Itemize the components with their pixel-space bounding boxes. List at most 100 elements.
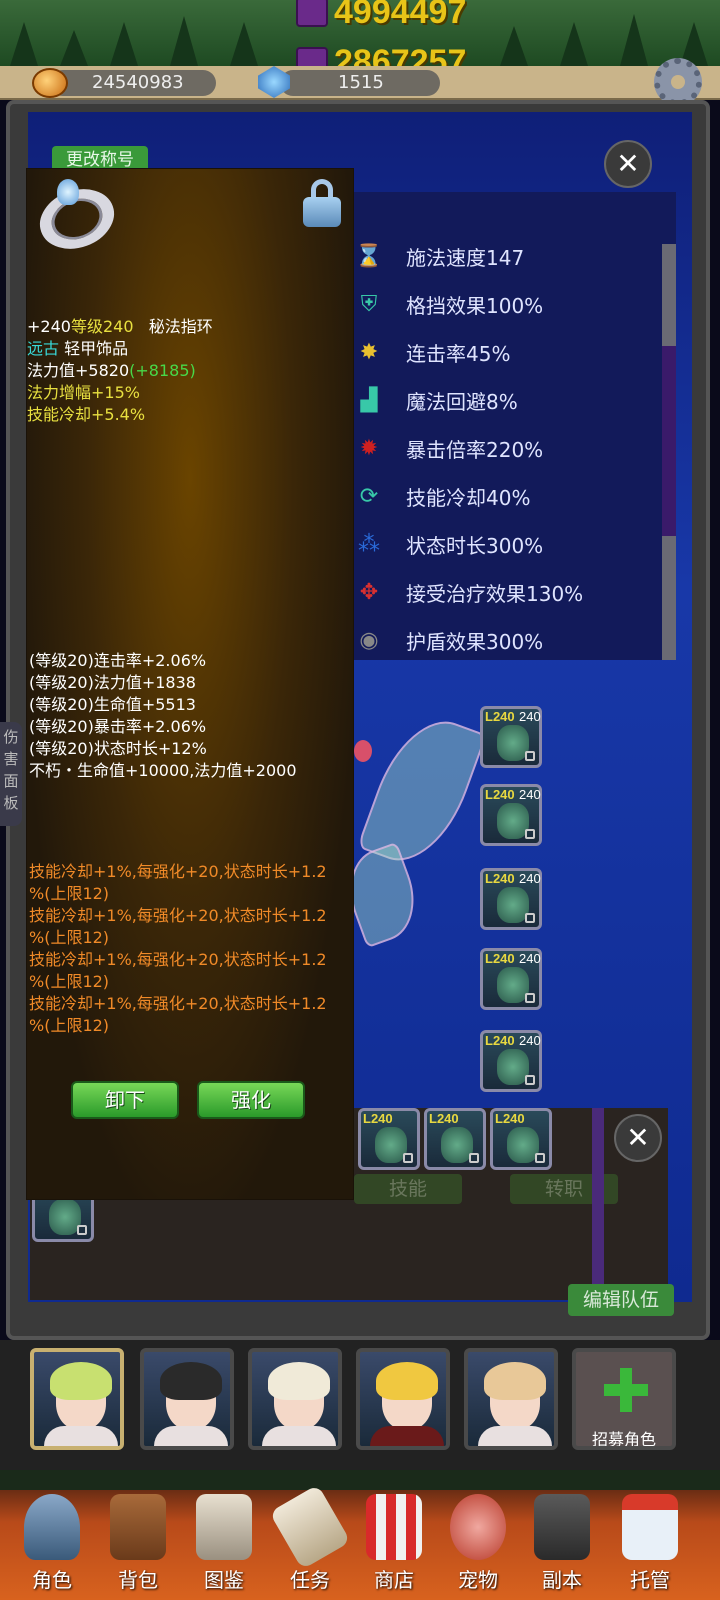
stat-row: ⁂ 状态时长300% bbox=[350, 520, 660, 568]
equip-slot-armor[interactable]: L240 240 bbox=[480, 784, 542, 846]
affix-line: (等级20)暴击率+2.06% bbox=[29, 717, 207, 736]
edit-team-button[interactable]: 编辑队伍 bbox=[568, 1284, 674, 1316]
slot-level: L240 bbox=[485, 871, 515, 886]
nav-label: 商店 bbox=[374, 1568, 414, 1592]
blood-splash-icon: ✹ bbox=[359, 435, 379, 461]
close-lower-button[interactable]: ✕ bbox=[614, 1114, 662, 1162]
stat-label: 施法速度147 bbox=[406, 245, 525, 270]
settings-gear-icon[interactable] bbox=[654, 58, 702, 106]
equip-slot-mask[interactable]: L240 240 bbox=[480, 706, 542, 768]
slot-level: L240 bbox=[495, 1111, 525, 1126]
nav-label: 宠物 bbox=[458, 1568, 498, 1592]
roster-character-5[interactable] bbox=[464, 1348, 558, 1450]
stats-list: ⌛ 施法速度147 ⛨ 格挡效果100% ✸ 连击率45% ▟ 魔法回避8% ✹… bbox=[350, 192, 676, 660]
recruit-label: 招募角色 bbox=[591, 1430, 656, 1449]
item-header-line: +240等级240 秘法指环 bbox=[27, 316, 213, 338]
item-level: 等级240 bbox=[70, 317, 134, 336]
nav-dungeon[interactable]: 副本 bbox=[522, 1494, 602, 1598]
nav-label: 背包 bbox=[118, 1568, 158, 1592]
recruit-character-button[interactable]: 招募角色 bbox=[572, 1348, 676, 1450]
cooldown-icon: ⟳ bbox=[359, 483, 379, 509]
nav-pets[interactable]: 宠物 bbox=[438, 1494, 518, 1598]
nav-backpack[interactable]: 背包 bbox=[98, 1494, 178, 1598]
item-stat-line: 法力增幅+15% bbox=[27, 383, 140, 402]
gold-coin-icon bbox=[32, 68, 68, 98]
stat-label: 接受治疗效果130% bbox=[406, 581, 584, 606]
equip-slot-accessory-2[interactable]: L240 bbox=[424, 1108, 486, 1170]
hourglass-icon: ⌛ bbox=[355, 243, 383, 269]
item-stat-line: 技能冷却+5.4% bbox=[27, 405, 146, 424]
lock-icon bbox=[77, 1225, 87, 1235]
slot-plus: 240 bbox=[519, 787, 541, 802]
lock-icon bbox=[403, 1153, 413, 1163]
set-bonus-line: 技能冷却+1%,每强化+20,状态时长+1.2 bbox=[29, 994, 327, 1013]
item-tier: 远古 bbox=[27, 339, 60, 358]
equip-slot-accessory-3[interactable]: L240 bbox=[490, 1108, 552, 1170]
side-tab-char: 板 bbox=[3, 794, 19, 812]
top-currency-1: 4994497 bbox=[296, 0, 466, 31]
unequip-button[interactable]: 卸下 bbox=[71, 1081, 179, 1119]
lock-icon bbox=[469, 1153, 479, 1163]
nav-codex[interactable]: 图鉴 bbox=[184, 1494, 264, 1598]
roster-character-2[interactable] bbox=[140, 1348, 234, 1450]
stat-label: 格挡效果100% bbox=[406, 293, 544, 318]
nav-label: 托管 bbox=[630, 1568, 670, 1592]
affix-line: (等级20)状态时长+12% bbox=[29, 739, 207, 758]
stat-row: ✥ 接受治疗效果130% bbox=[350, 568, 660, 616]
affix-line: 不朽・生命值+10000,法力值+2000 bbox=[29, 761, 297, 780]
stat-label: 状态时长300% bbox=[406, 533, 544, 558]
roster-character-4[interactable] bbox=[356, 1348, 450, 1450]
shop-icon bbox=[366, 1494, 422, 1560]
base-stat-bonus: (+8185) bbox=[129, 361, 196, 380]
roster-character-1[interactable] bbox=[30, 1348, 124, 1450]
item-base-stat: 法力值+5820(+8185) bbox=[27, 360, 196, 382]
enhance-button[interactable]: 强化 bbox=[197, 1081, 305, 1119]
helmet-icon bbox=[24, 1494, 80, 1560]
stats-scrollbar-thumb[interactable] bbox=[662, 346, 676, 536]
set-bonus-line: 技能冷却+1%,每强化+20,状态时长+1.2 bbox=[29, 906, 327, 925]
resource-bar: 24540983 1515 bbox=[0, 66, 720, 100]
stat-label: 技能冷却40% bbox=[406, 485, 531, 510]
padlock-icon[interactable] bbox=[303, 179, 341, 227]
nav-shop[interactable]: 商店 bbox=[354, 1494, 434, 1598]
slot-plus: 240 bbox=[519, 709, 541, 724]
scroll-icon bbox=[269, 1484, 351, 1570]
damage-panel-tab[interactable]: 伤 害 面 板 bbox=[0, 722, 22, 826]
nav-label: 图鉴 bbox=[204, 1568, 244, 1592]
skull-gate-icon bbox=[534, 1494, 590, 1560]
plus-icon bbox=[604, 1368, 648, 1412]
side-tab-char: 伤 bbox=[3, 728, 19, 746]
equip-slot-orb[interactable]: L240 240 bbox=[480, 868, 542, 930]
slot-level: L240 bbox=[485, 787, 515, 802]
lock-icon bbox=[525, 993, 535, 1003]
set-bonus-line: %(上限12) bbox=[29, 884, 110, 903]
slot-level: L240 bbox=[485, 1033, 515, 1048]
stat-row: ⌛ 施法速度147 bbox=[350, 232, 660, 280]
affix-line: (等级20)连击率+2.06% bbox=[29, 651, 207, 670]
lock-icon bbox=[525, 829, 535, 839]
star-burst-icon: ✸ bbox=[359, 339, 379, 365]
lock-icon bbox=[525, 913, 535, 923]
buff-icon: ⁂ bbox=[358, 531, 380, 557]
set-bonus-line: 技能冷却+1%,每强化+20,状态时长+1.2 bbox=[29, 862, 327, 881]
set-bonus-line: %(上限12) bbox=[29, 928, 110, 947]
close-panel-button[interactable]: ✕ bbox=[604, 140, 652, 188]
tab-skill[interactable]: 技能 bbox=[354, 1174, 462, 1204]
stat-row: ✸ 连击率45% bbox=[350, 328, 660, 376]
gold-amount: 24540983 bbox=[50, 70, 216, 96]
nav-character[interactable]: 角色 bbox=[12, 1494, 92, 1598]
base-stat-value: 法力值+5820 bbox=[27, 361, 130, 380]
affix-line: (等级20)法力值+1838 bbox=[29, 673, 196, 692]
nav-auto[interactable]: 托管 bbox=[610, 1494, 690, 1598]
nav-quests[interactable]: 任务 bbox=[269, 1484, 351, 1598]
equip-slot-boots[interactable]: L240 240 bbox=[480, 948, 542, 1010]
meat-icon bbox=[450, 1494, 506, 1560]
roster-character-3[interactable] bbox=[248, 1348, 342, 1450]
cross-arrows-icon: ✥ bbox=[359, 579, 379, 605]
lower-scrollbar[interactable] bbox=[592, 1108, 604, 1296]
equip-slot-ring[interactable]: L240 240 bbox=[480, 1030, 542, 1092]
equip-slot-accessory-1[interactable]: L240 bbox=[358, 1108, 420, 1170]
item-plus: +240 bbox=[27, 317, 71, 336]
side-tab-char: 面 bbox=[3, 772, 19, 790]
nav-divider bbox=[0, 1470, 720, 1490]
